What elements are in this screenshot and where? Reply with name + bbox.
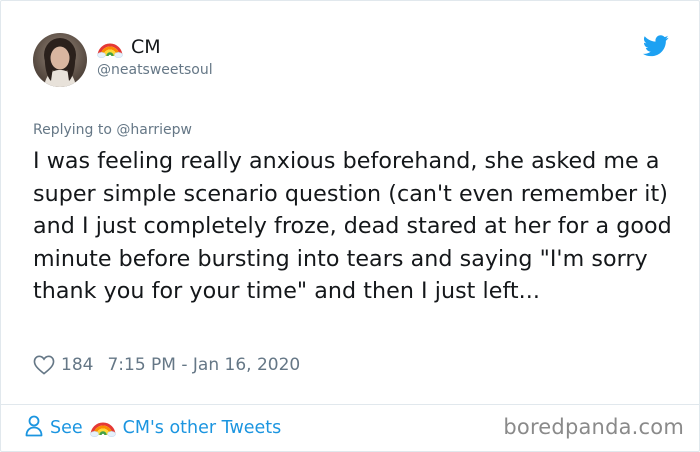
author-name-row[interactable]: CM [97,35,161,59]
tweet-card: CM @neatsweetsoul Replying to @harriepw … [0,0,700,452]
other-tweets-label: CM's other Tweets [122,418,282,438]
replying-prefix: Replying to [33,122,112,138]
reply-mention-link[interactable]: @harriepw [116,122,192,138]
rainbow-icon [89,415,116,442]
tweet-meta: 184 7:15 PM - Jan 16, 2020 [33,352,300,378]
footer-divider [1,404,699,405]
heart-icon[interactable] [33,355,55,375]
tweet-timestamp[interactable]: 7:15 PM - Jan 16, 2020 [107,355,300,375]
boredpanda-watermark: boredpanda.com [503,415,684,439]
tweet-text: I was feeling really anxious beforehand,… [33,148,672,305]
rainbow-icon [97,36,123,58]
avatar[interactable] [33,33,87,87]
author-display-name: CM [131,36,161,58]
like-count: 184 [61,355,94,375]
replying-to: Replying to @harriepw [33,122,192,138]
author-handle[interactable]: @neatsweetsoul [97,62,213,78]
see-label: See [50,418,83,438]
person-icon [25,415,43,442]
see-other-tweets-link[interactable]: See CM's other Tweets [25,415,281,441]
twitter-bird-icon[interactable] [642,35,669,57]
